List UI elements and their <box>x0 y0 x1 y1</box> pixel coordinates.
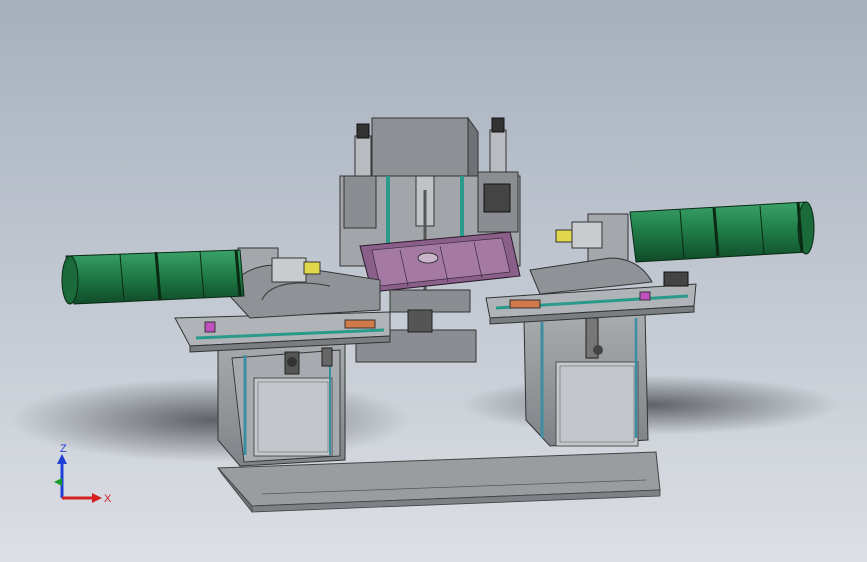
z-axis-label: Z <box>60 443 67 455</box>
axis-triad: Z X <box>54 443 112 505</box>
z-axis-arrow <box>57 454 67 464</box>
right-cabinet[interactable] <box>523 311 649 447</box>
x-axis-arrow <box>92 493 102 503</box>
y-axis-marker <box>54 478 62 486</box>
x-axis-label: X <box>104 493 112 505</box>
right-horizontal-cylinder[interactable] <box>629 201 815 263</box>
left-cabinet[interactable] <box>217 337 346 467</box>
machine-model[interactable] <box>0 0 867 562</box>
left-vertical-cylinder[interactable] <box>343 123 377 229</box>
right-vertical-cylinder[interactable] <box>477 117 519 233</box>
left-horizontal-cylinder[interactable] <box>61 249 245 305</box>
cad-viewport[interactable]: Z X <box>0 0 867 562</box>
shadow-right <box>460 375 840 435</box>
